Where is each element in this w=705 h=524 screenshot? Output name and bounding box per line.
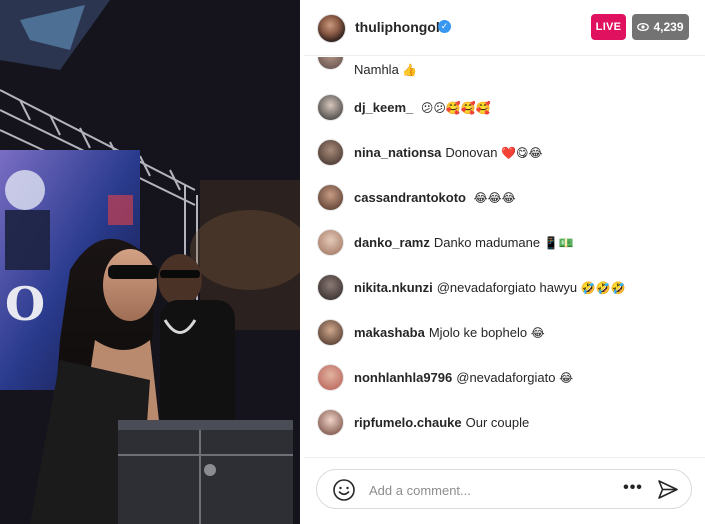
viewer-count-badge: 4,239 xyxy=(632,14,689,40)
comment-input[interactable] xyxy=(369,480,609,500)
live-badge: LIVE xyxy=(591,14,626,40)
comment-text: ripfumelo.chauke Our couple xyxy=(354,415,529,430)
live-side-panel: thuliphongolo ✓ LIVE 4,239 Namhla 👍 dj_k… xyxy=(304,0,705,524)
avatar[interactable] xyxy=(317,363,344,391)
comment-username[interactable]: nikita.nkunzi xyxy=(354,280,433,295)
host-username[interactable]: thuliphongolo xyxy=(355,19,448,35)
comment-text: nikita.nkunzi @nevadaforgiato hawyu 🤣🤣🤣 xyxy=(354,280,626,295)
comment-text: nina_nationsa Donovan ❤️😋😂 xyxy=(354,145,543,160)
smile-icon[interactable] xyxy=(332,478,356,502)
avatar[interactable] xyxy=(317,228,344,256)
send-icon[interactable] xyxy=(656,478,680,502)
comment-body: @nevadaforgiato xyxy=(456,369,556,385)
comment-text: nonhlanhla9796 @nevadaforgiato 😂 xyxy=(354,370,573,385)
avatar[interactable] xyxy=(317,273,344,301)
comment-item: dj_keem_ 😕😕🥰🥰🥰 xyxy=(304,91,705,123)
live-header: thuliphongolo ✓ LIVE 4,239 xyxy=(304,0,705,56)
avatar[interactable] xyxy=(317,408,344,436)
comment-emojis: 🤣🤣🤣 xyxy=(580,280,626,295)
comment-username[interactable]: danko_ramz xyxy=(354,235,430,250)
comment-partial: Namhla 👍 xyxy=(304,57,705,85)
viewer-count: 4,239 xyxy=(653,20,684,34)
comment-text: Namhla 👍 xyxy=(354,62,417,77)
comment-emojis: ❤️😋😂 xyxy=(501,145,543,160)
comment-body: @nevadaforgiato hawyu xyxy=(436,279,578,295)
comment-body: Donovan xyxy=(445,144,498,160)
comment-emojis: 📱💵 xyxy=(543,235,574,250)
comment-username[interactable]: nonhlanhla9796 xyxy=(354,370,452,385)
avatar[interactable] xyxy=(317,57,344,70)
comment-body: Namhla xyxy=(354,62,399,77)
comment-item: nonhlanhla9796 @nevadaforgiato 😂 xyxy=(304,361,705,393)
live-video[interactable]: O xyxy=(0,0,300,524)
comment-emojis: 😂 xyxy=(559,370,574,385)
verified-icon: ✓ xyxy=(438,20,451,33)
avatar[interactable] xyxy=(317,183,344,211)
eye-icon xyxy=(637,22,650,32)
comment-composer: ••• xyxy=(304,457,705,524)
comment-emojis: 😂 xyxy=(530,325,545,340)
host-avatar[interactable] xyxy=(317,14,346,43)
svg-text:O: O xyxy=(5,277,45,331)
comment-emojis: 😂😂😂 xyxy=(473,190,516,205)
comment-input-box: ••• xyxy=(316,469,692,509)
comment-body: Danko madumane xyxy=(433,234,541,250)
comment-item: cassandrantokoto 😂😂😂 xyxy=(304,181,705,213)
avatar[interactable] xyxy=(317,318,344,346)
comment-text: cassandrantokoto 😂😂😂 xyxy=(354,190,516,205)
comment-text: danko_ramz Danko madumane 📱💵 xyxy=(354,235,574,250)
thumbs-up-icon: 👍 xyxy=(402,63,418,77)
avatar[interactable] xyxy=(317,93,344,121)
comment-body: Mjolo ke bophelo xyxy=(428,324,528,340)
comment-username[interactable]: nina_nationsa xyxy=(354,145,441,160)
video-frame: O xyxy=(0,0,300,524)
more-options-icon[interactable]: ••• xyxy=(622,480,644,500)
comment-username[interactable]: dj_keem_ xyxy=(354,100,413,115)
comment-text: makashaba Mjolo ke bophelo 😂 xyxy=(354,325,545,340)
comment-username[interactable]: ripfumelo.chauke xyxy=(354,415,462,430)
comment-item: nina_nationsa Donovan ❤️😋😂 xyxy=(304,136,705,168)
comment-text: dj_keem_ 😕😕🥰🥰🥰 xyxy=(354,100,491,115)
comment-emojis: 😕😕🥰🥰🥰 xyxy=(420,100,491,115)
comment-item: danko_ramz Danko madumane 📱💵 xyxy=(304,226,705,258)
comment-item: makashaba Mjolo ke bophelo 😂 xyxy=(304,316,705,348)
comment-username[interactable]: cassandrantokoto xyxy=(354,190,466,205)
comment-body: Our couple xyxy=(465,414,530,430)
comment-item: nikita.nkunzi @nevadaforgiato hawyu 🤣🤣🤣 xyxy=(304,271,705,303)
comment-item: ripfumelo.chauke Our couple xyxy=(304,406,705,438)
comment-username[interactable]: makashaba xyxy=(354,325,425,340)
avatar[interactable] xyxy=(317,138,344,166)
comment-feed[interactable]: Namhla 👍 dj_keem_ 😕😕🥰🥰🥰 nina_nationsa Don… xyxy=(304,57,705,457)
